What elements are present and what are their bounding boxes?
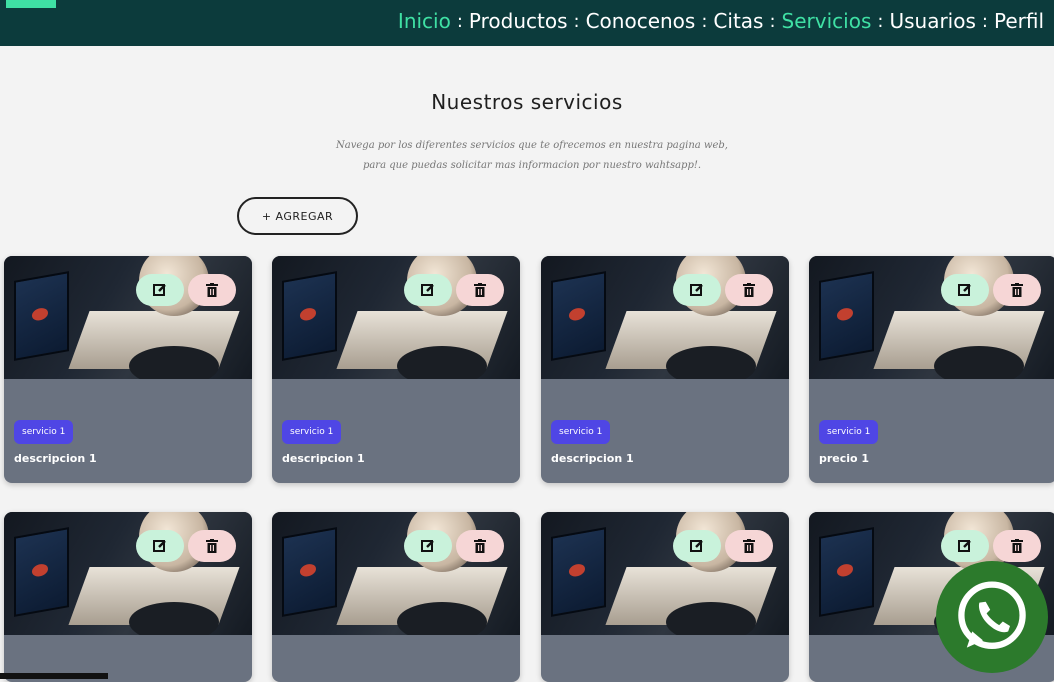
whatsapp-icon xyxy=(958,581,1026,649)
service-card xyxy=(541,512,789,682)
edit-icon xyxy=(153,540,166,552)
nav-item-perfil[interactable]: Perfil xyxy=(994,9,1044,33)
edit-button[interactable] xyxy=(136,530,184,562)
trash-icon xyxy=(1011,539,1023,553)
service-badge: servicio 1 xyxy=(282,420,342,444)
ultrasound-screen xyxy=(819,271,874,361)
delete-button[interactable] xyxy=(188,274,236,306)
ultrasound-screen xyxy=(282,271,337,361)
service-card: servicio 1 descripcion 1 xyxy=(541,256,789,483)
service-description: descripcion 1 xyxy=(282,452,365,465)
trash-icon xyxy=(474,283,486,297)
screen-blob xyxy=(837,562,853,578)
delete-button[interactable] xyxy=(993,530,1041,562)
service-description: precio 1 xyxy=(819,452,870,465)
trash-icon xyxy=(1011,283,1023,297)
service-description: descripcion 1 xyxy=(14,452,97,465)
ultrasound-screen xyxy=(282,527,337,617)
operator-hand xyxy=(129,346,219,379)
service-description: descripcion 1 xyxy=(551,452,634,465)
service-badge: servicio 1 xyxy=(819,420,879,444)
operator-hand xyxy=(934,346,1024,379)
page-title: Nuestros servicios xyxy=(431,90,623,114)
delete-button[interactable] xyxy=(188,530,236,562)
edit-icon xyxy=(690,540,703,552)
screen-blob xyxy=(569,562,585,578)
service-badge: servicio 1 xyxy=(551,420,611,444)
operator-hand xyxy=(666,602,756,635)
nav-separator: : xyxy=(981,10,988,32)
nav-separator: : xyxy=(701,10,708,32)
edit-button[interactable] xyxy=(673,274,721,306)
delete-button[interactable] xyxy=(725,274,773,306)
trash-icon xyxy=(206,539,218,553)
screen-blob xyxy=(32,562,48,578)
trash-icon xyxy=(206,283,218,297)
trash-icon xyxy=(474,539,486,553)
edit-icon xyxy=(958,540,971,552)
edit-button[interactable] xyxy=(136,274,184,306)
service-badge: servicio 1 xyxy=(14,420,74,444)
nav-separator: : xyxy=(456,10,463,32)
trash-icon xyxy=(743,539,755,553)
edit-button[interactable] xyxy=(404,530,452,562)
edit-icon xyxy=(421,284,434,296)
whatsapp-button[interactable] xyxy=(936,561,1048,673)
screen-blob xyxy=(569,306,585,322)
edit-button[interactable] xyxy=(673,530,721,562)
operator-hand xyxy=(129,602,219,635)
ultrasound-screen xyxy=(14,271,69,361)
edit-icon xyxy=(690,284,703,296)
service-card: servicio 1 precio 1 xyxy=(809,256,1054,483)
operator-hand xyxy=(397,346,487,379)
ultrasound-screen xyxy=(14,527,69,617)
service-card xyxy=(4,512,252,682)
service-card xyxy=(272,512,520,682)
nav-item-servicios[interactable]: Servicios xyxy=(782,9,872,33)
bottom-bar xyxy=(0,673,108,679)
main-nav: Inicio : Productos : Conocenos : Citas :… xyxy=(398,9,1044,33)
edit-button[interactable] xyxy=(941,530,989,562)
ultrasound-screen xyxy=(819,527,874,617)
trash-icon xyxy=(743,283,755,297)
edit-button[interactable] xyxy=(941,274,989,306)
delete-button[interactable] xyxy=(456,274,504,306)
edit-icon xyxy=(958,284,971,296)
screen-blob xyxy=(300,306,316,322)
edit-button[interactable] xyxy=(404,274,452,306)
add-service-button[interactable]: + AGREGAR xyxy=(237,197,358,235)
top-navbar: Inicio : Productos : Conocenos : Citas :… xyxy=(0,0,1054,46)
nav-item-conocenos[interactable]: Conocenos xyxy=(586,9,696,33)
nav-item-inicio[interactable]: Inicio xyxy=(398,9,451,33)
screen-blob xyxy=(32,306,48,322)
operator-hand xyxy=(397,602,487,635)
screen-blob xyxy=(300,562,316,578)
delete-button[interactable] xyxy=(725,530,773,562)
nav-item-productos[interactable]: Productos xyxy=(469,9,568,33)
nav-item-usuarios[interactable]: Usuarios xyxy=(889,9,975,33)
nav-separator: : xyxy=(877,10,884,32)
nav-separator: : xyxy=(573,10,580,32)
operator-hand xyxy=(666,346,756,379)
screen-blob xyxy=(837,306,853,322)
nav-item-citas[interactable]: Citas xyxy=(713,9,763,33)
ultrasound-screen xyxy=(551,527,606,617)
nav-separator: : xyxy=(769,10,776,32)
edit-icon xyxy=(421,540,434,552)
service-card: servicio 1 descripcion 1 xyxy=(272,256,520,483)
edit-icon xyxy=(153,284,166,296)
logo xyxy=(6,0,56,8)
ultrasound-screen xyxy=(551,271,606,361)
delete-button[interactable] xyxy=(456,530,504,562)
delete-button[interactable] xyxy=(993,274,1041,306)
service-card: servicio 1 descripcion 1 xyxy=(4,256,252,483)
page-subtitle: Navega por los diferentes servicios que … xyxy=(336,140,728,171)
